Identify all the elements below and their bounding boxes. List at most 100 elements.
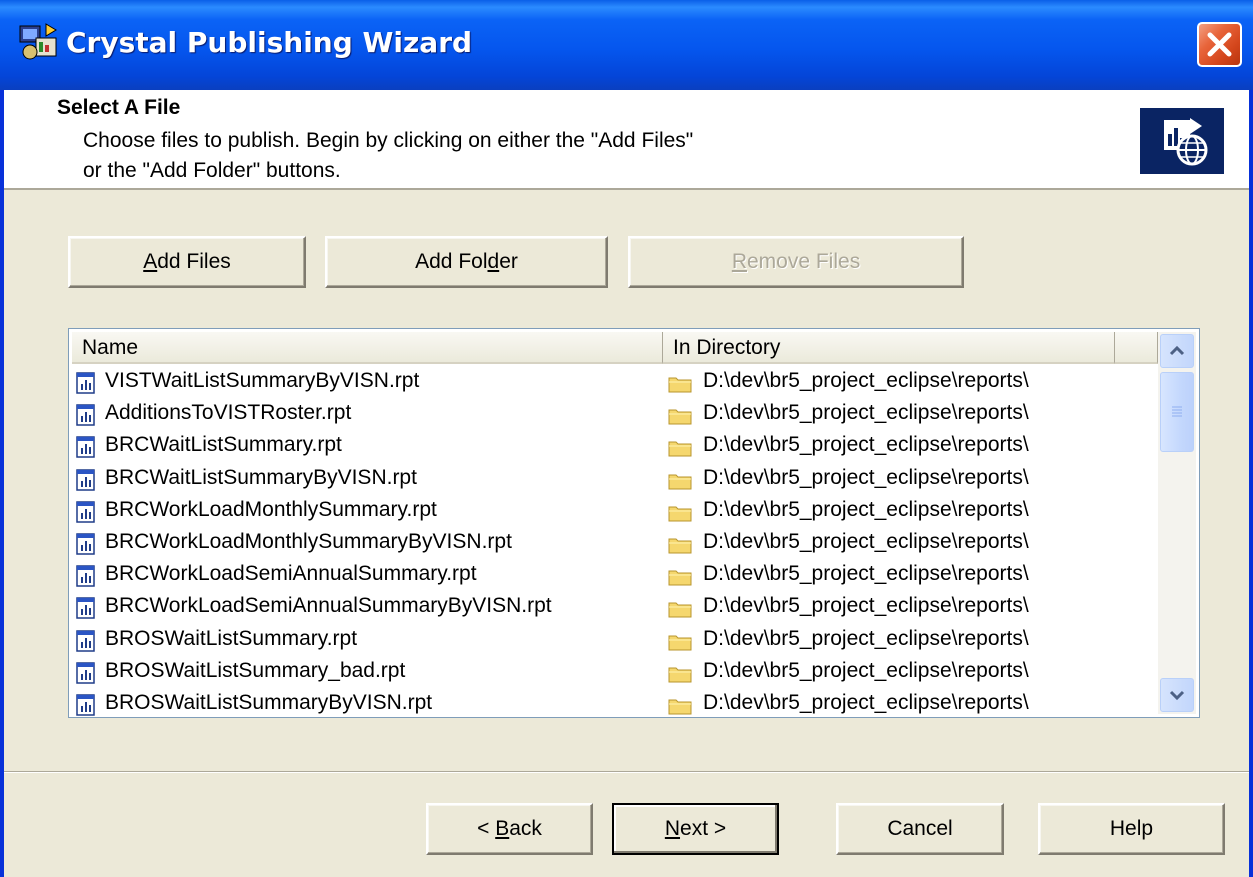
file-name: BRCWaitListSummary.rpt [105, 433, 342, 457]
list-item[interactable]: BRCWorkLoadSemiAnnualSummaryByVISN.rpt D:… [72, 591, 1158, 623]
report-file-icon [76, 597, 95, 620]
report-file-icon [76, 694, 95, 716]
file-name: VISTWaitListSummaryByVISN.rpt [105, 369, 420, 392]
folder-icon [668, 602, 692, 618]
add-files-button[interactable]: Add Files [68, 236, 306, 288]
report-file-icon [76, 662, 95, 684]
window-frame-left [0, 90, 4, 877]
directory-path: D:\dev\br5_project_eclipse\reports\ [703, 401, 1029, 425]
folder-icon [668, 667, 692, 683]
label-accesskey: N [664, 817, 681, 840]
directory-path: D:\dev\br5_project_eclipse\reports\ [703, 594, 1029, 618]
vertical-scrollbar[interactable] [1158, 332, 1196, 714]
label-accesskey: d [487, 250, 500, 273]
list-item[interactable]: BRCWaitListSummaryByVISN.rpt D:\dev\br5_p… [72, 463, 1158, 495]
window-frame-right [1249, 90, 1253, 877]
label-post: ack [509, 817, 542, 840]
label-post: dd Files [157, 250, 231, 273]
list-item[interactable]: AdditionsToVISTRoster.rpt D:\dev\br5_proj… [72, 398, 1158, 430]
step-description-line-2: or the "Add Folder" buttons. [83, 159, 341, 182]
list-item[interactable]: BRCWorkLoadSemiAnnualSummary.rpt D:\dev\b… [72, 559, 1158, 591]
label-accesskey: B [495, 817, 510, 840]
publish-badge [1140, 108, 1224, 174]
grip-icon [1172, 406, 1182, 417]
file-name: BRCWaitListSummaryByVISN.rpt [105, 465, 417, 489]
file-name: BRCWorkLoadSemiAnnualSummaryByVISN.rpt [105, 594, 552, 618]
directory-path: D:\dev\br5_project_eclipse\reports\ [703, 497, 1029, 521]
directory-path: D:\dev\br5_project_eclipse\reports\ [703, 562, 1029, 586]
folder-icon [668, 474, 692, 490]
back-button[interactable]: < Back [426, 803, 593, 855]
list-item[interactable]: VISTWaitListSummaryByVISN.rpt D:\dev\br5_… [72, 366, 1158, 398]
file-name: BRCWorkLoadMonthlySummaryByVISN.rpt [105, 530, 512, 553]
list-rows: VISTWaitListSummaryByVISN.rpt D:\dev\br5_… [72, 366, 1158, 716]
list-item[interactable]: BRCWorkLoadMonthlySummaryByVISN.rpt D:\de… [72, 527, 1158, 559]
wizard-window: Crystal Publishing Wizard Select A File … [0, 0, 1253, 877]
report-file-icon [76, 404, 95, 426]
list-item[interactable]: BROSWaitListSummaryByVISN.rpt D:\dev\br5_… [72, 688, 1158, 716]
column-header-name[interactable]: Name [72, 332, 663, 364]
close-button[interactable] [1197, 22, 1242, 67]
file-name: BRCWorkLoadMonthlySummary.rpt [105, 497, 437, 521]
folder-icon [668, 538, 692, 554]
folder-icon [668, 506, 692, 522]
directory-path: D:\dev\br5_project_eclipse\reports\ [703, 369, 1029, 392]
scroll-down-button[interactable] [1160, 678, 1194, 712]
step-description-line-1: Choose files to publish. Begin by clicki… [83, 129, 694, 152]
step-title: Select A File [57, 96, 181, 119]
label-accesskey: R [731, 250, 747, 273]
publish-globe-icon [1164, 118, 1208, 166]
label-post: ext > [680, 817, 727, 840]
file-name: AdditionsToVISTRoster.rpt [105, 401, 352, 425]
add-folder-button[interactable]: Add Fol d er [325, 236, 608, 288]
remove-files-button[interactable]: Remove Files [628, 236, 964, 288]
report-file-icon [76, 533, 95, 555]
directory-path: D:\dev\br5_project_eclipse\reports\ [703, 626, 1029, 650]
column-header-filler [1115, 332, 1158, 364]
footer-separator [0, 771, 1253, 773]
folder-icon [668, 377, 692, 393]
directory-path: D:\dev\br5_project_eclipse\reports\ [703, 433, 1029, 457]
directory-path: D:\dev\br5_project_eclipse\reports\ [703, 658, 1029, 682]
list-item[interactable]: BROSWaitListSummary.rpt D:\dev\br5_projec… [72, 624, 1158, 656]
file-name: BRCWorkLoadSemiAnnualSummary.rpt [105, 562, 477, 586]
report-file-icon [76, 501, 95, 523]
file-name: BROSWaitListSummary_bad.rpt [105, 658, 406, 682]
next-button[interactable]: Next > [612, 803, 779, 855]
app-icon [19, 23, 57, 60]
window-title: Crystal Publishing Wizard [66, 26, 473, 59]
file-name: BROSWaitListSummary.rpt [105, 626, 358, 650]
list-item[interactable]: BRCWorkLoadMonthlySummary.rpt D:\dev\br5_… [72, 495, 1158, 527]
cancel-button[interactable]: Cancel [836, 803, 1004, 855]
file-list[interactable]: Name In Directory VISTWaitListSummaryByV… [68, 328, 1200, 718]
folder-icon [668, 441, 692, 457]
chevron-down-icon [1169, 690, 1185, 701]
list-header: Name In Directory [72, 332, 1158, 364]
folder-icon [668, 635, 692, 651]
report-file-icon [76, 436, 95, 459]
scroll-up-button[interactable] [1160, 334, 1194, 368]
column-header-in-directory[interactable]: In Directory [663, 332, 1115, 364]
label-pre: Add Fol [415, 250, 488, 273]
directory-path: D:\dev\br5_project_eclipse\reports\ [703, 465, 1029, 489]
label-post: emove Files [746, 250, 861, 273]
file-name: BROSWaitListSummaryByVISN.rpt [105, 691, 433, 714]
label-post: er [499, 250, 518, 273]
list-item[interactable]: BROSWaitListSummary_bad.rpt D:\dev\br5_pr… [72, 656, 1158, 688]
directory-path: D:\dev\br5_project_eclipse\reports\ [703, 530, 1029, 553]
report-file-icon [76, 372, 95, 394]
report-file-icon [76, 629, 95, 652]
help-button[interactable]: Help [1038, 803, 1225, 855]
directory-path: D:\dev\br5_project_eclipse\reports\ [703, 691, 1029, 714]
report-file-icon [76, 468, 95, 491]
label-pre: < [477, 817, 496, 840]
title-bar[interactable]: Crystal Publishing Wizard [0, 0, 1253, 90]
scroll-thumb[interactable] [1160, 372, 1194, 452]
folder-icon [668, 570, 692, 586]
folder-icon [668, 699, 692, 715]
list-item[interactable]: BRCWaitListSummary.rpt D:\dev\br5_project… [72, 430, 1158, 462]
label-accesskey: A [143, 250, 158, 273]
report-file-icon [76, 565, 95, 587]
close-icon [1207, 32, 1232, 57]
folder-icon [668, 409, 692, 425]
